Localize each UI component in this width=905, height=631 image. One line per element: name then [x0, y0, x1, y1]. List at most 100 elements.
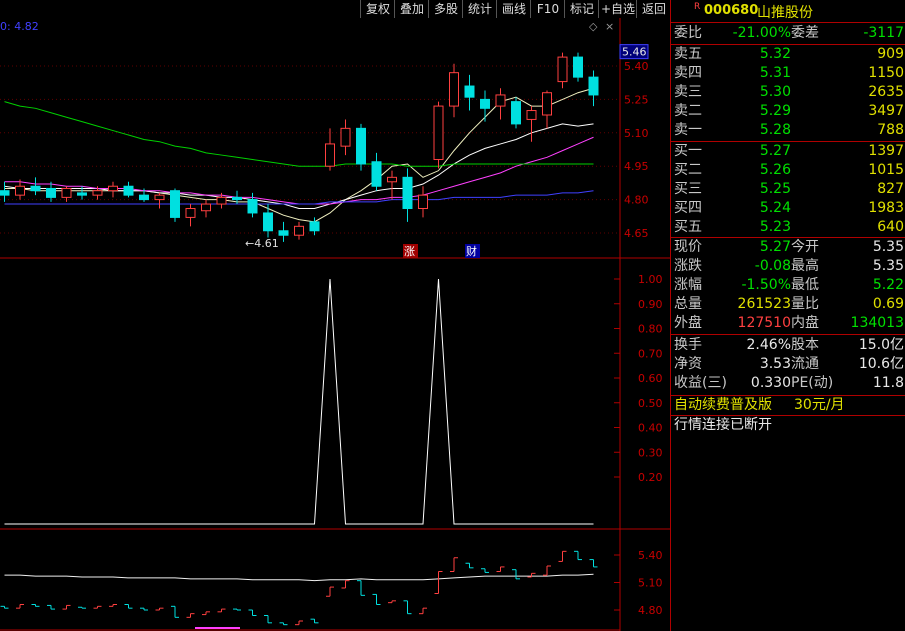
- order-level-label: 卖三: [674, 84, 702, 100]
- order-level-label: 卖二: [674, 103, 702, 119]
- candle: [278, 221, 289, 242]
- mini-bar: [217, 608, 226, 613]
- weibi-row: 委比 -21.00% 委差 -3117: [671, 24, 905, 43]
- candle-body: [573, 56, 583, 78]
- mini-bar: [109, 604, 117, 607]
- candle-body: [588, 76, 599, 96]
- buy-order-row: 买一 5.27 1397: [671, 142, 905, 161]
- toolbar-button[interactable]: 复权: [360, 0, 395, 18]
- toolbar: 复权 叠加 多股 统计 画线 F10 标记 +自选 返回: [0, 0, 670, 18]
- stat-value: -1.50%: [741, 277, 791, 293]
- stat-value: 0.69: [872, 296, 904, 312]
- candle-body: [185, 208, 196, 218]
- stat-value: -0.08: [754, 258, 791, 274]
- toolbar-button[interactable]: 统计: [462, 0, 497, 18]
- mini-bar: [264, 615, 272, 624]
- sell-order-row: 卖一 5.28 788: [671, 121, 905, 140]
- candle: [154, 192, 165, 209]
- candle: [418, 186, 428, 218]
- order-qty: 3497: [868, 103, 904, 119]
- mini-bar: [279, 622, 288, 626]
- mini-bar: [295, 620, 303, 626]
- bottom-ma-line: [4, 573, 594, 582]
- order-price: 5.25: [759, 181, 791, 197]
- stat-label: 涨幅: [674, 277, 702, 293]
- candle: [464, 74, 475, 111]
- mini-bar: [465, 562, 474, 569]
- ma-line-ma30: [4, 101, 594, 167]
- candle-body: [526, 110, 537, 120]
- mini-bar: [341, 580, 350, 589]
- candle: [356, 123, 366, 171]
- toolbar-button[interactable]: 标记: [564, 0, 599, 18]
- low-price-marker: ←4.61: [245, 237, 279, 250]
- bottom-tick-label: 4.80: [638, 604, 663, 617]
- connection-status: 行情连接已断开: [674, 417, 772, 433]
- stat-label: 净资: [674, 356, 702, 372]
- toolbar-button[interactable]: 叠加: [394, 0, 429, 18]
- candle-body: [542, 92, 552, 116]
- order-qty: 1150: [868, 65, 904, 81]
- toolbar-button[interactable]: 多股: [428, 0, 463, 18]
- weibi-label: 委比: [674, 25, 702, 41]
- promo-row[interactable]: 自动续费普及版 30元/月: [671, 396, 905, 415]
- mini-bar: [31, 604, 40, 607]
- bottom-tick-label: 5.10: [638, 577, 663, 590]
- stat-label: PE(动): [791, 375, 834, 391]
- zhang-badge: 涨: [404, 245, 415, 258]
- candle-body: [46, 187, 56, 198]
- order-price: 5.28: [759, 122, 791, 138]
- candle: [170, 188, 180, 222]
- stat-value: 10.6亿: [858, 356, 904, 372]
- buy-order-row: 买四 5.24 1983: [671, 199, 905, 218]
- mini-bar: [574, 550, 582, 561]
- order-level-label: 买五: [674, 219, 702, 235]
- candle-body: [309, 221, 320, 232]
- mini-bar: [326, 586, 334, 597]
- chart-area[interactable]: 5.40 5.25 5.10 4.95 4.80 4.65 5.46 0: 4.82 ←4.61…: [0, 18, 670, 631]
- toolbar-button[interactable]: 返回: [636, 0, 671, 18]
- candle-body: [433, 105, 444, 161]
- candle: [526, 106, 537, 142]
- order-qty: 1397: [868, 143, 904, 159]
- stock-header: R 000680 山推股份: [671, 0, 905, 22]
- toolbar-button[interactable]: F10: [530, 0, 565, 18]
- toolbar-button[interactable]: +自选: [598, 0, 637, 18]
- mini-bar: [419, 607, 427, 615]
- stat-label: 最低: [791, 277, 819, 293]
- signal-line: [4, 278, 594, 525]
- r-marker: R: [694, 2, 701, 12]
- stat-row: 总量 261523 量比 0.69: [671, 295, 905, 314]
- mini-bar: [450, 557, 458, 572]
- stat-label: 最高: [791, 258, 819, 274]
- mini-bar: [558, 550, 567, 562]
- candle: [0, 181, 10, 202]
- chart-svg[interactable]: 5.40 5.25 5.10 4.95 4.80 4.65 5.46 0: 4.82 ←4.61…: [0, 18, 670, 631]
- mini-bar: [62, 604, 71, 610]
- mini-bar: [78, 606, 86, 609]
- order-level-label: 买二: [674, 162, 702, 178]
- indicator-tick-label: 0.50: [638, 397, 663, 410]
- y-tick-label: 4.95: [624, 160, 649, 173]
- promo-price[interactable]: 30元/月: [794, 396, 845, 415]
- candle-body: [464, 85, 475, 98]
- candle: [588, 70, 599, 107]
- candle-body: [139, 194, 149, 201]
- y-tick-label: 5.25: [624, 93, 649, 106]
- mini-bar: [202, 611, 210, 616]
- candle-body: [449, 72, 459, 107]
- candle-body: [356, 127, 366, 165]
- close-icon: ×: [605, 20, 614, 33]
- y-tick-label: 5.40: [624, 60, 649, 73]
- separator: [671, 22, 905, 23]
- promo-text[interactable]: 自动续费普及版: [674, 396, 772, 415]
- candle-body: [340, 127, 351, 147]
- mini-bar: [140, 607, 148, 611]
- sell-order-row: 卖四 5.31 1150: [671, 64, 905, 83]
- order-price: 5.24: [759, 200, 791, 216]
- stat-value: 0.330: [750, 375, 791, 391]
- toolbar-button[interactable]: 画线: [496, 0, 531, 18]
- stat-label: 现价: [674, 239, 702, 255]
- order-level-label: 卖五: [674, 46, 702, 62]
- buy-order-row: 买三 5.25 827: [671, 180, 905, 199]
